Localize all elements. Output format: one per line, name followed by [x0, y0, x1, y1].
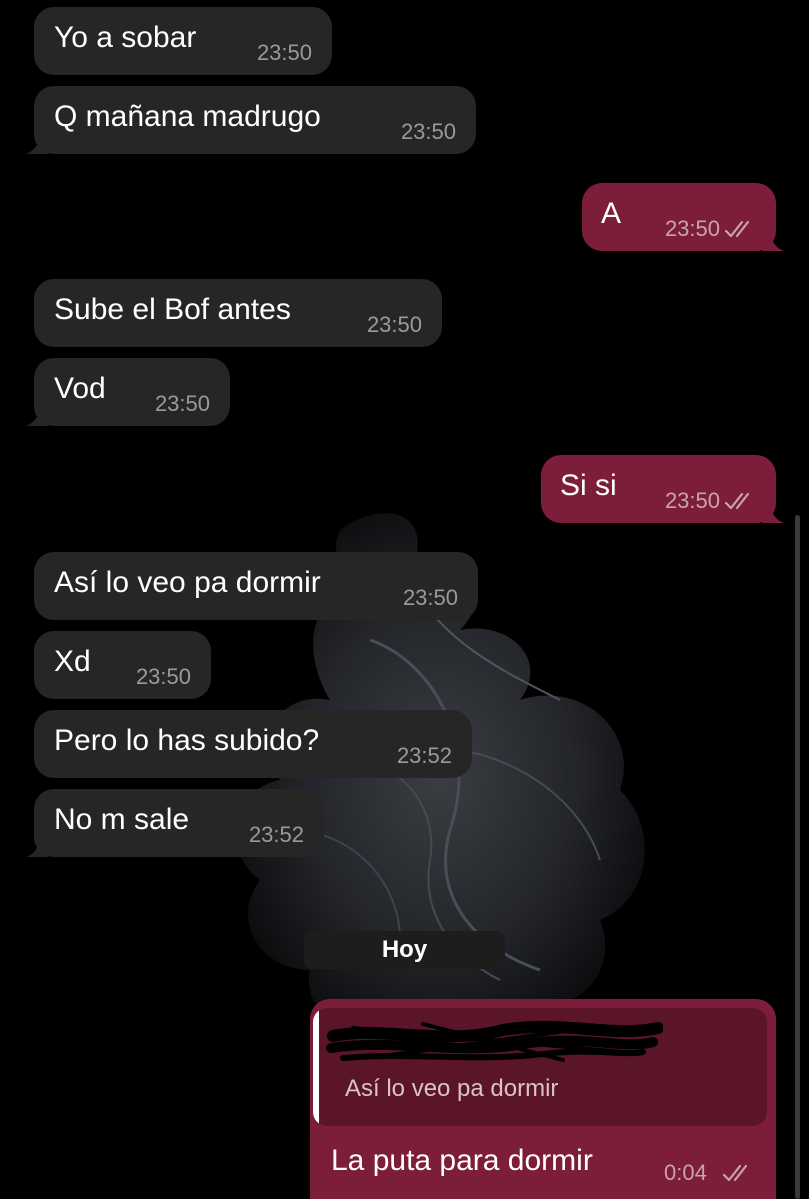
- message-time: 23:50: [256, 40, 312, 65]
- message-time: 0:04: [664, 1160, 707, 1185]
- bubble-tail-icon: [762, 503, 784, 523]
- message-time: 23:50: [664, 216, 720, 241]
- message-time: 23:52: [248, 822, 304, 847]
- message-text: A: [601, 197, 622, 230]
- message-outgoing[interactable]: A 23:50: [582, 183, 784, 251]
- message-text: Vod: [54, 372, 106, 405]
- redacted-sender-scribble: [326, 1020, 663, 1062]
- message-incoming[interactable]: Vod 23:50: [26, 358, 230, 426]
- message-text: Así lo veo pa dormir: [54, 566, 321, 599]
- message-time: 23:50: [400, 119, 456, 144]
- bubble-tail-icon: [26, 134, 48, 154]
- double-check-icon: [724, 492, 750, 510]
- quoted-text: Así lo veo pa dormir: [345, 1075, 559, 1102]
- bubble-tail-icon: [762, 231, 784, 251]
- message-text: Yo a sobar: [54, 21, 197, 54]
- message-time: 23:50: [402, 585, 458, 610]
- message-time: 23:50: [135, 664, 191, 689]
- message-text: Sube el Bof antes: [54, 293, 291, 326]
- message-incoming[interactable]: Q mañana madrugo 23:50: [26, 86, 476, 154]
- scrollbar[interactable]: [795, 515, 800, 1199]
- message-text: No m sale: [54, 803, 190, 836]
- double-check-icon: [722, 1164, 748, 1182]
- message-incoming[interactable]: Yo a sobar 23:50: [34, 7, 332, 75]
- quoted-message[interactable]: Así lo veo pa dormir: [313, 1008, 767, 1126]
- message-text: Xd: [54, 645, 91, 678]
- message-text: Q mañana madrugo: [54, 100, 321, 133]
- chat-view[interactable]: Yo a sobar 23:50 Q mañana madrugo 23:50 …: [0, 0, 809, 1199]
- quote-bar: [313, 1008, 319, 1126]
- message-incoming[interactable]: No m sale 23:52: [26, 789, 324, 857]
- message-time: 23:50: [366, 312, 422, 337]
- message-outgoing[interactable]: Si si 23:50: [541, 455, 784, 523]
- message-text: Pero lo has subido?: [54, 724, 320, 757]
- message-time: 23:50: [664, 488, 720, 513]
- message-incoming[interactable]: Xd 23:50: [34, 631, 211, 699]
- message-time: 23:52: [396, 743, 452, 768]
- date-divider: Hoy: [304, 931, 505, 969]
- message-text: Si si: [560, 469, 617, 502]
- bubble-tail-icon: [26, 837, 48, 857]
- bubble-tail-icon: [26, 406, 48, 426]
- message-time: 23:50: [154, 391, 210, 416]
- message-incoming[interactable]: Pero lo has subido? 23:52: [34, 710, 472, 778]
- message-incoming[interactable]: Así lo veo pa dormir 23:50: [34, 552, 478, 620]
- double-check-icon: [724, 220, 750, 238]
- message-text: La puta para dormir: [331, 1144, 593, 1177]
- message-incoming[interactable]: Sube el Bof antes 23:50: [34, 279, 442, 347]
